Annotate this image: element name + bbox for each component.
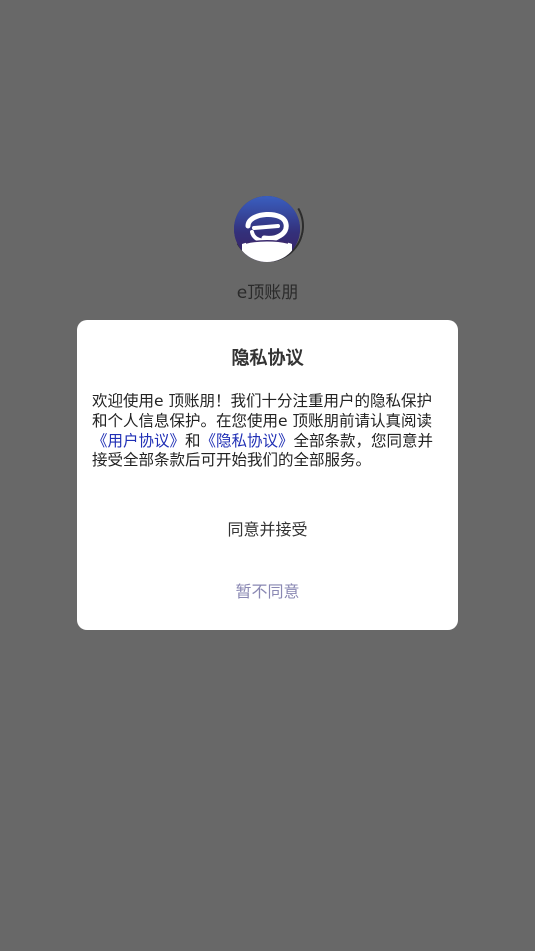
user-agreement-link[interactable]: 《用户协议》 (92, 432, 185, 450)
app-name: e顶账朋 (236, 283, 299, 303)
privacy-dialog: 隐私协议 欢迎使用e 顶账朋！我们十分注重用户的隐私保护和个人信息保护。在您使用… (77, 320, 458, 630)
privacy-policy-link[interactable]: 《隐私协议》 (201, 432, 294, 450)
dialog-title: 隐私协议 (231, 348, 304, 369)
disagree-button[interactable]: 暂不同意 (77, 578, 458, 602)
app-logo-icon (223, 181, 313, 271)
logo-emblem (234, 196, 300, 262)
logo-circle (234, 196, 300, 262)
dialog-body: 欢迎使用e 顶账朋！我们十分注重用户的隐私保护和个人信息保护。在您使用e 顶账朋… (92, 392, 444, 471)
body-text-part1: 欢迎使用e 顶账朋！我们十分注重用户的隐私保护和个人信息保护。在您使用e 顶账朋… (92, 392, 432, 430)
body-text-and: 和 (185, 431, 201, 450)
agree-button[interactable]: 同意并接受 (77, 516, 458, 540)
